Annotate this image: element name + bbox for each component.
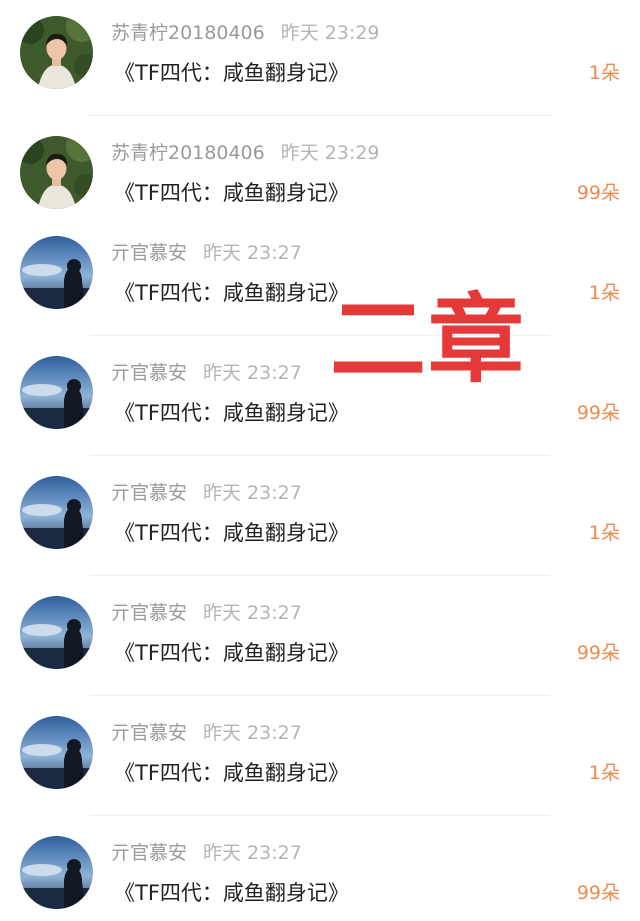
timestamp: 昨天 23:27 [203,362,302,384]
sender-name[interactable]: 亓官慕安 昨天 23:27 [111,360,302,386]
timestamp: 昨天 23:27 [203,242,302,264]
sender-name-text[interactable]: 亓官慕安 [111,362,187,384]
divider [90,455,550,456]
sky-silhouette-avatar-icon [20,596,93,669]
timestamp: 昨天 23:27 [203,842,302,864]
sky-silhouette-avatar-icon [20,476,93,549]
sender-name-text[interactable]: 亓官慕安 [111,842,187,864]
sender-name[interactable]: 亓官慕安 昨天 23:27 [111,240,302,266]
flower-count: 99朵 [576,882,620,904]
timestamp: 昨天 23:27 [203,482,302,504]
timestamp: 昨天 23:27 [203,602,302,624]
divider [90,575,550,576]
sky-silhouette-avatar-icon [20,236,93,309]
sky-silhouette-avatar-icon [20,716,93,789]
sender-name[interactable]: 亓官慕安 昨天 23:27 [111,600,302,626]
sender-name[interactable]: 苏青柠20180406 昨天 23:29 [111,140,380,166]
sender-name[interactable]: 亓官慕安 昨天 23:27 [111,840,302,866]
sky-silhouette-avatar-icon [20,836,93,909]
sender-name-text[interactable]: 亓官慕安 [111,482,187,504]
avatar[interactable] [20,476,93,549]
divider [90,115,550,116]
sender-name-text[interactable]: 苏青柠20180406 [111,142,265,164]
list-item[interactable]: 亓官慕安 昨天 23:27 《TF四代：咸鱼翻身记》 99朵 [0,820,640,921]
sky-silhouette-avatar-icon [20,356,93,429]
sender-name[interactable]: 苏青柠20180406 昨天 23:29 [111,20,380,46]
avatar[interactable] [20,596,93,669]
avatar[interactable] [20,836,93,909]
list-item[interactable]: 亓官慕安 昨天 23:27 《TF四代：咸鱼翻身记》 99朵 [0,580,640,700]
work-title[interactable]: 《TF四代：咸鱼翻身记》 [114,178,349,208]
sender-name[interactable]: 亓官慕安 昨天 23:27 [111,720,302,746]
work-title[interactable]: 《TF四代：咸鱼翻身记》 [114,58,349,88]
avatar[interactable] [20,136,93,209]
flower-count: 1朵 [588,762,620,784]
list-item[interactable]: 苏青柠20180406 昨天 23:29 《TF四代：咸鱼翻身记》 1朵 [0,0,640,120]
flower-count: 1朵 [588,282,620,304]
avatar[interactable] [20,716,93,789]
work-title[interactable]: 《TF四代：咸鱼翻身记》 [114,758,349,788]
list-item[interactable]: 亓官慕安 昨天 23:27 《TF四代：咸鱼翻身记》 99朵 [0,340,640,460]
avatar[interactable] [20,16,93,89]
male-portrait-avatar-icon [20,16,93,89]
work-title[interactable]: 《TF四代：咸鱼翻身记》 [114,398,349,428]
work-title[interactable]: 《TF四代：咸鱼翻身记》 [114,878,349,908]
timestamp: 昨天 23:27 [203,722,302,744]
flower-count: 99朵 [576,642,620,664]
chapter-overlay-text: 二章 [330,284,526,396]
sender-name-text[interactable]: 亓官慕安 [111,242,187,264]
divider [90,695,550,696]
sender-name[interactable]: 亓官慕安 昨天 23:27 [111,480,302,506]
timestamp: 昨天 23:29 [280,22,380,44]
list-item[interactable]: 亓官慕安 昨天 23:27 《TF四代：咸鱼翻身记》 1朵 [0,220,640,340]
list-item[interactable]: 亓官慕安 昨天 23:27 《TF四代：咸鱼翻身记》 1朵 [0,700,640,820]
work-title[interactable]: 《TF四代：咸鱼翻身记》 [114,638,349,668]
sender-name-text[interactable]: 亓官慕安 [111,602,187,624]
avatar[interactable] [20,356,93,429]
work-title[interactable]: 《TF四代：咸鱼翻身记》 [114,518,349,548]
male-portrait-avatar-icon [20,136,93,209]
sender-name-text[interactable]: 亓官慕安 [111,722,187,744]
flower-count: 1朵 [588,522,620,544]
sender-name-text[interactable]: 苏青柠20180406 [111,22,265,44]
flower-count: 99朵 [576,402,620,424]
work-title[interactable]: 《TF四代：咸鱼翻身记》 [114,278,349,308]
divider [90,815,550,816]
flower-count: 1朵 [588,62,620,84]
flower-count: 99朵 [576,182,620,204]
list-item[interactable]: 亓官慕安 昨天 23:27 《TF四代：咸鱼翻身记》 1朵 [0,460,640,580]
avatar[interactable] [20,236,93,309]
gift-record-list: 苏青柠20180406 昨天 23:29 《TF四代：咸鱼翻身记》 1朵 苏青柠2… [0,0,640,921]
timestamp: 昨天 23:29 [280,142,380,164]
